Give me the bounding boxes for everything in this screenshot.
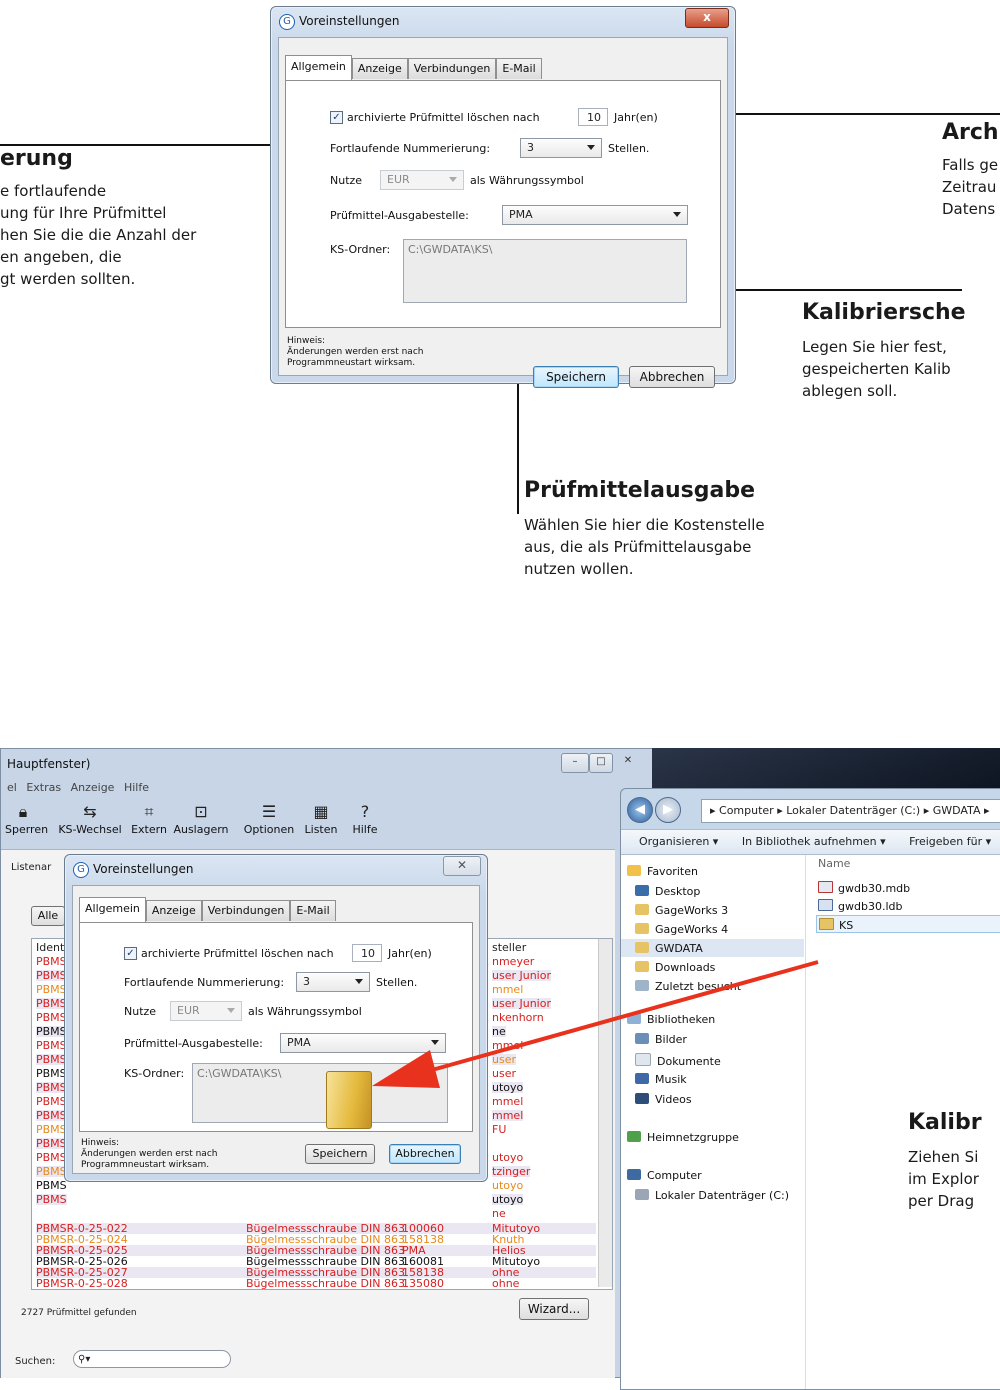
tab-allgemein[interactable]: Allgemein <box>285 55 352 80</box>
tab-allgemein[interactable]: Allgemein <box>79 897 146 922</box>
drag-arrow <box>372 960 819 1088</box>
drag-arrow-head <box>372 1050 440 1088</box>
drag-arrow-line <box>431 960 819 1072</box>
